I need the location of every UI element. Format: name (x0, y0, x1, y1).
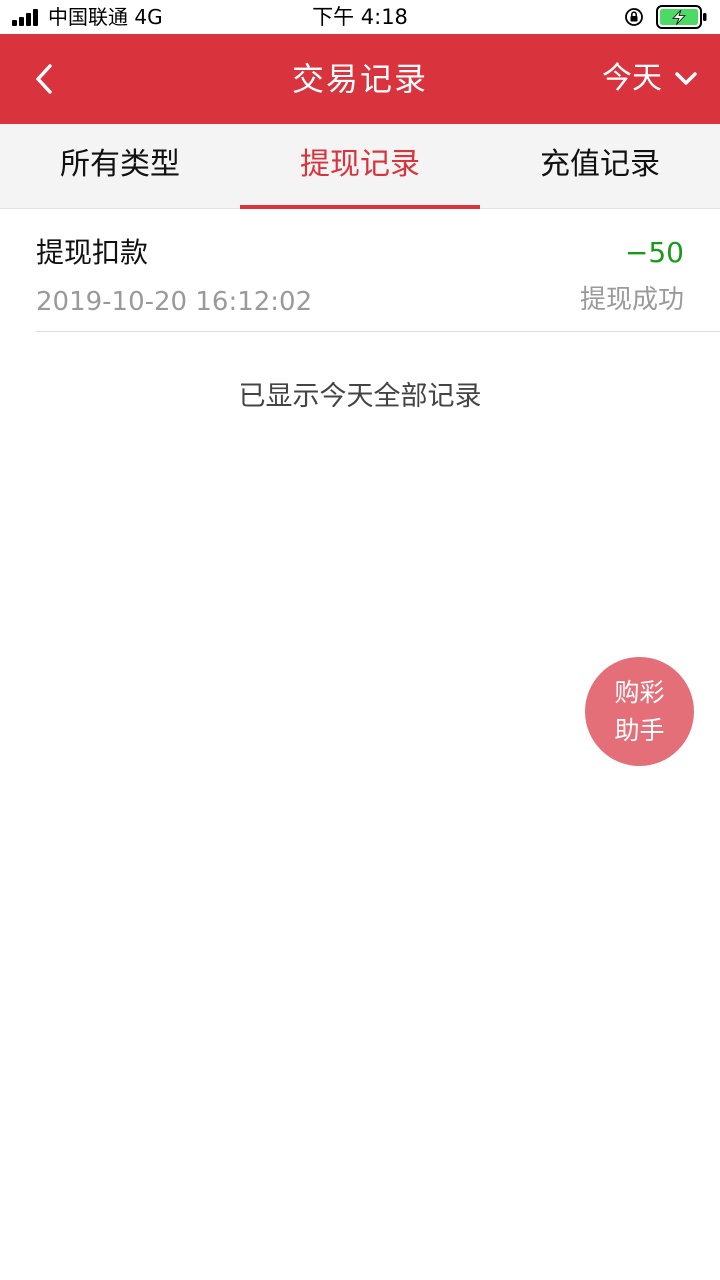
record-amount: −50 (624, 236, 684, 269)
lottery-helper-button[interactable]: 购彩 助手 (585, 657, 694, 766)
record-status: 提现成功 (579, 285, 684, 315)
chevron-down-icon (675, 72, 697, 85)
record-title: 提现扣款 (36, 236, 149, 269)
screen: 中国联通 4G 下午 4:18 交易记录 今天 所有类型 提现记录 充值记录 提… (0, 0, 720, 1280)
nav-bar: 交易记录 今天 (0, 34, 720, 124)
rotation-lock-icon (625, 8, 643, 26)
tab-bar: 所有类型 提现记录 充值记录 (0, 124, 720, 209)
lottery-helper-label-line1: 购彩 (614, 677, 665, 707)
battery-charging-icon (656, 5, 707, 29)
page-title: 交易记录 (291, 60, 428, 98)
record-time: 2019-10-20 16:12:02 (36, 287, 313, 317)
status-bar: 中国联通 4G 下午 4:18 (0, 0, 720, 34)
tab-recharge-records[interactable]: 充值记录 (480, 124, 720, 208)
back-button[interactable] (22, 56, 66, 102)
date-filter-dropdown[interactable]: 今天 (602, 54, 698, 104)
status-right (624, 5, 708, 29)
date-filter-label: 今天 (602, 61, 662, 96)
tab-all-types[interactable]: 所有类型 (0, 124, 240, 208)
tab-withdrawal-records[interactable]: 提现记录 (240, 124, 480, 209)
end-of-list-note: 已显示今天全部记录 (238, 381, 482, 412)
lottery-helper-label-line2: 助手 (614, 715, 665, 745)
list-item[interactable]: 提现扣款 −50 2019-10-20 16:12:02 提现成功 (36, 209, 720, 332)
chevron-left-icon (36, 64, 52, 94)
status-time: 下午 4:18 (312, 5, 408, 29)
